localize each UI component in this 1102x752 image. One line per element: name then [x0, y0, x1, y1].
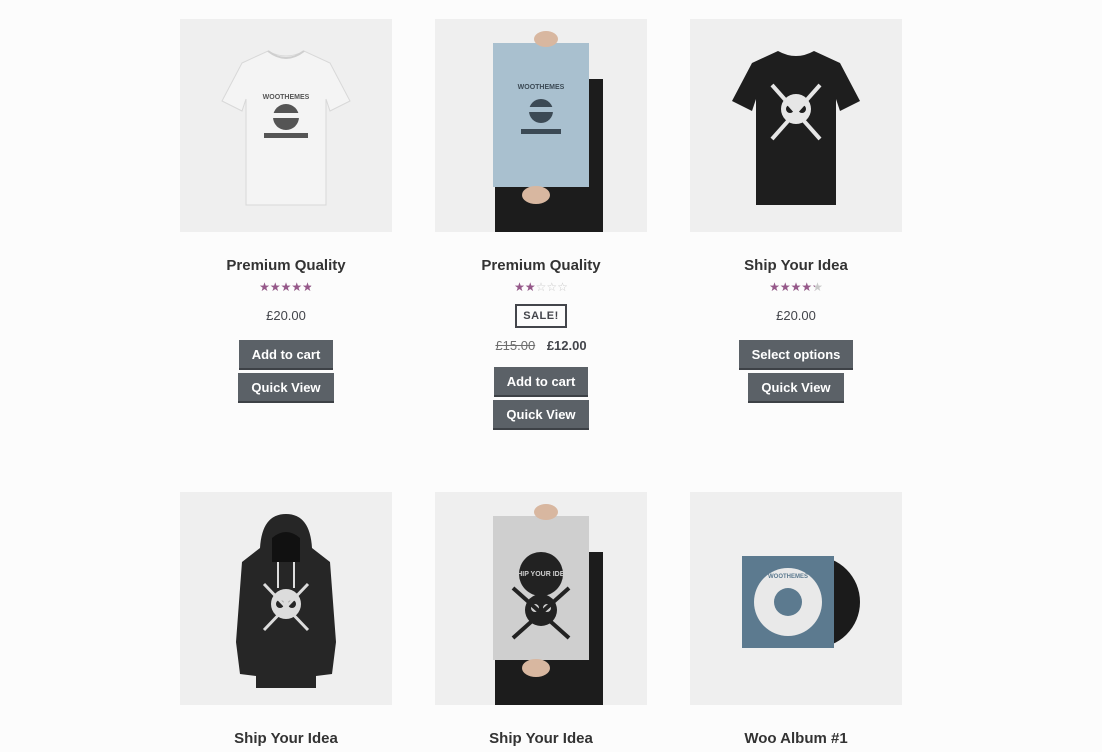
product-price: £20.00: [266, 308, 306, 323]
product-title[interactable]: Woo Album #1: [690, 730, 902, 748]
product-card: Ship Your Idea ★★★★★ ★★★★★ £20.00 Select…: [690, 19, 902, 406]
product-image-black-tshirt[interactable]: [690, 19, 902, 232]
rating-stars: ★★★★★ ★★★★★: [259, 280, 313, 294]
product-title[interactable]: Ship Your Idea: [435, 730, 647, 748]
product-image-poster-skull[interactable]: SHIP YOUR IDEA: [435, 492, 647, 705]
product-price: £15.00 £12.00: [435, 338, 647, 353]
product-image-album[interactable]: WOOTHEMES: [690, 492, 902, 705]
select-options-button[interactable]: Select options: [738, 340, 854, 370]
sale-price: £12.00: [546, 338, 587, 353]
original-price: £15.00: [495, 338, 536, 353]
product-card: Ship Your Idea: [180, 492, 392, 748]
product-image-hoodie[interactable]: [180, 492, 392, 705]
quick-view-button[interactable]: Quick View: [748, 373, 844, 403]
product-title[interactable]: Ship Your Idea: [180, 730, 392, 748]
product-title[interactable]: Ship Your Idea: [690, 257, 902, 275]
svg-text:SHIP YOUR IDEA: SHIP YOUR IDEA: [513, 571, 570, 578]
svg-text:WOOTHEMES: WOOTHEMES: [263, 94, 310, 101]
product-title[interactable]: Premium Quality: [435, 257, 647, 275]
add-to-cart-button[interactable]: Add to cart: [493, 367, 589, 397]
svg-text:WOOTHEMES: WOOTHEMES: [768, 574, 808, 580]
product-image-poster[interactable]: WOOTHEMES: [435, 19, 647, 232]
product-price: £20.00: [776, 308, 816, 323]
quick-view-button[interactable]: Quick View: [238, 373, 334, 403]
quick-view-button[interactable]: Quick View: [493, 400, 589, 430]
product-card: WOOTHEMES Woo Album #1: [690, 492, 902, 748]
rating-stars: ☆☆☆☆☆ ★★★★★: [514, 280, 568, 294]
rating-stars: ★★★★★ ★★★★★: [769, 280, 823, 294]
svg-text:WOOTHEMES: WOOTHEMES: [518, 84, 565, 91]
sale-badge: SALE!: [515, 304, 567, 328]
add-to-cart-button[interactable]: Add to cart: [238, 340, 334, 370]
product-card: WOOTHEMES Premium Quality ★★★★★ ★★★★★ £2…: [180, 19, 392, 406]
product-image-white-tshirt[interactable]: WOOTHEMES: [180, 19, 392, 232]
product-title[interactable]: Premium Quality: [180, 257, 392, 275]
product-card: SHIP YOUR IDEA Ship Your Idea: [435, 492, 647, 748]
product-card: WOOTHEMES Premium Quality ☆☆☆☆☆ ★★★★★ SA…: [435, 19, 647, 433]
